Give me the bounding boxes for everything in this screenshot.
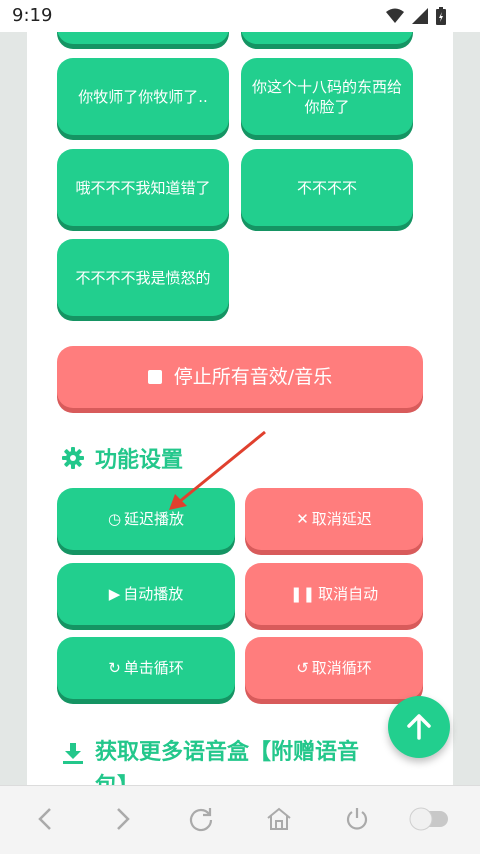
scroll-to-top-button[interactable] bbox=[388, 696, 450, 758]
status-time: 9:19 bbox=[12, 5, 53, 26]
forward-button[interactable] bbox=[106, 802, 140, 836]
chevron-right-icon bbox=[117, 808, 130, 830]
arrow-up-icon bbox=[407, 714, 431, 740]
status-icons bbox=[386, 7, 446, 25]
battery-icon bbox=[436, 7, 446, 25]
page-content[interactable]: 你牧师了你牧师了.. 你这个十八码的东西给你脸了 哦不不不我知道错了 不不不不 … bbox=[27, 32, 453, 785]
home-button[interactable] bbox=[262, 802, 296, 836]
refresh-icon bbox=[189, 808, 213, 832]
wifi-icon bbox=[386, 8, 404, 23]
power-icon bbox=[346, 808, 368, 830]
refresh-button[interactable] bbox=[184, 802, 218, 836]
power-button[interactable] bbox=[340, 802, 374, 836]
chevron-left-icon bbox=[38, 808, 51, 830]
back-button[interactable] bbox=[28, 802, 62, 836]
toggle-switch[interactable] bbox=[408, 802, 450, 836]
home-icon bbox=[267, 807, 291, 830]
cellular-signal-icon bbox=[412, 8, 428, 24]
annotation-arrow bbox=[169, 430, 266, 510]
browser-nav-bar bbox=[0, 785, 480, 854]
toggle-icon bbox=[409, 807, 448, 831]
status-bar: 9:19 bbox=[0, 0, 480, 32]
